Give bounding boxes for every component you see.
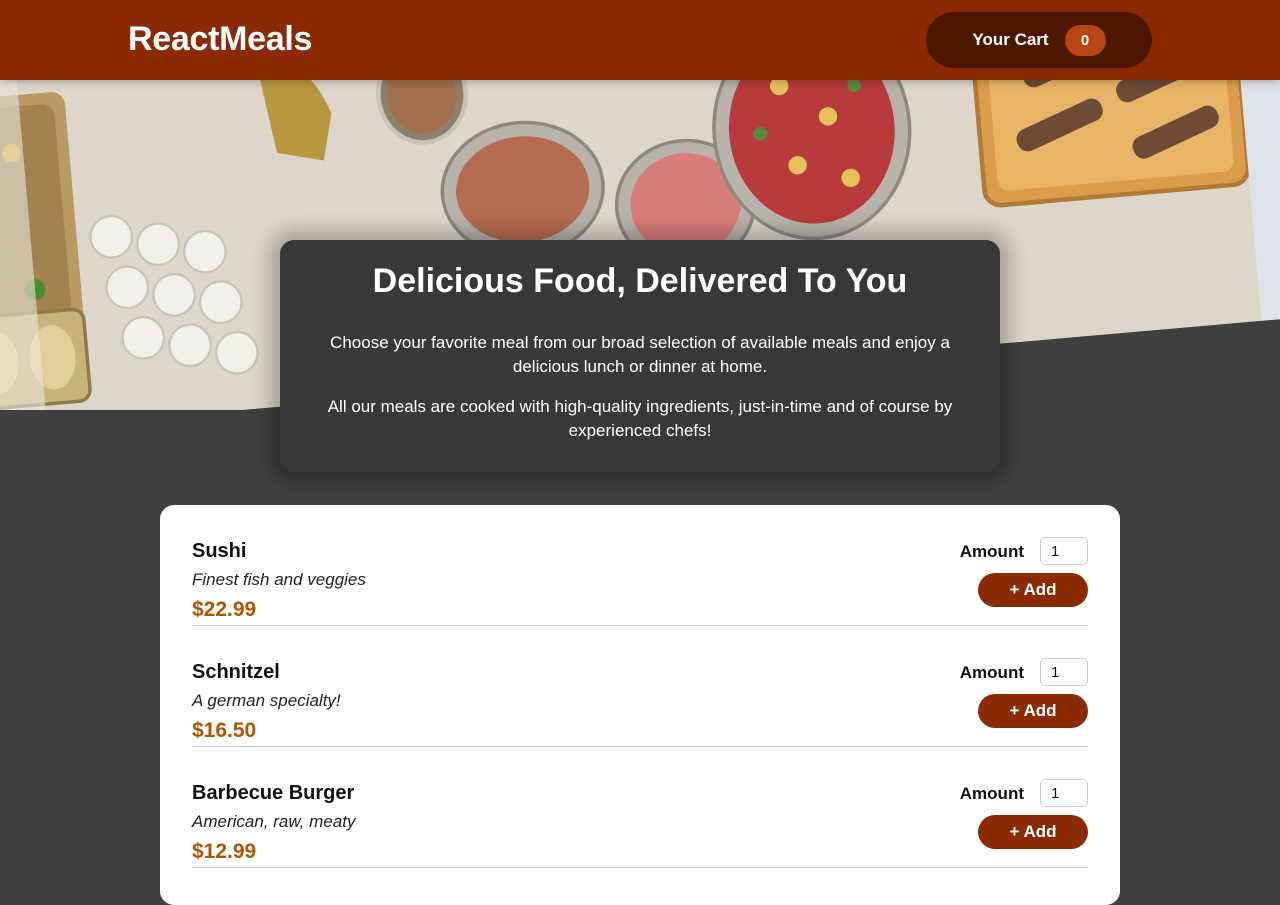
summary-paragraph-2: All our meals are cooked with high-quali… [327, 397, 953, 440]
amount-label: Amount [959, 784, 1024, 803]
app-header: ReactMeals Your Cart 0 [0, 0, 1280, 80]
meal-name: Schnitzel [192, 661, 280, 683]
meals-list-card: Sushi Finest fish and veggies $22.99 Amo… [160, 505, 1120, 905]
summary-card: Delicious Food, Delivered To You Choose … [280, 240, 1000, 472]
meal-item: Sushi Finest fish and veggies $22.99 Amo… [192, 505, 1088, 626]
summary-title: Delicious Food, Delivered To You [372, 262, 908, 300]
add-to-cart-button[interactable]: + Add [978, 694, 1088, 728]
meal-name: Sushi [192, 540, 247, 562]
amount-input[interactable] [1040, 779, 1088, 807]
cart-label: Your Cart [972, 30, 1049, 49]
meal-description: A german specialty! [192, 691, 341, 710]
add-to-cart-button[interactable]: + Add [978, 573, 1088, 607]
app-brand: ReactMeals [128, 20, 313, 58]
meal-item: Barbecue Burger American, raw, meaty $12… [192, 747, 1088, 868]
cart-button[interactable]: Your Cart 0 [926, 12, 1152, 68]
meal-price: $12.99 [192, 840, 257, 863]
meal-item: Schnitzel A german specialty! $16.50 Amo… [192, 626, 1088, 747]
amount-input[interactable] [1040, 537, 1088, 565]
add-to-cart-button[interactable]: + Add [978, 815, 1088, 849]
amount-label: Amount [959, 542, 1024, 561]
amount-label: Amount [959, 663, 1024, 682]
meal-description: American, raw, meaty [192, 812, 356, 831]
amount-input[interactable] [1040, 658, 1088, 686]
meal-price: $22.99 [192, 598, 257, 621]
cart-count-badge: 0 [1064, 24, 1106, 56]
meal-description: Finest fish and veggies [192, 570, 366, 589]
meal-price: $16.50 [192, 719, 257, 742]
meal-name: Barbecue Burger [192, 782, 355, 804]
summary-paragraph-1: Choose your favorite meal from our broad… [330, 333, 950, 376]
